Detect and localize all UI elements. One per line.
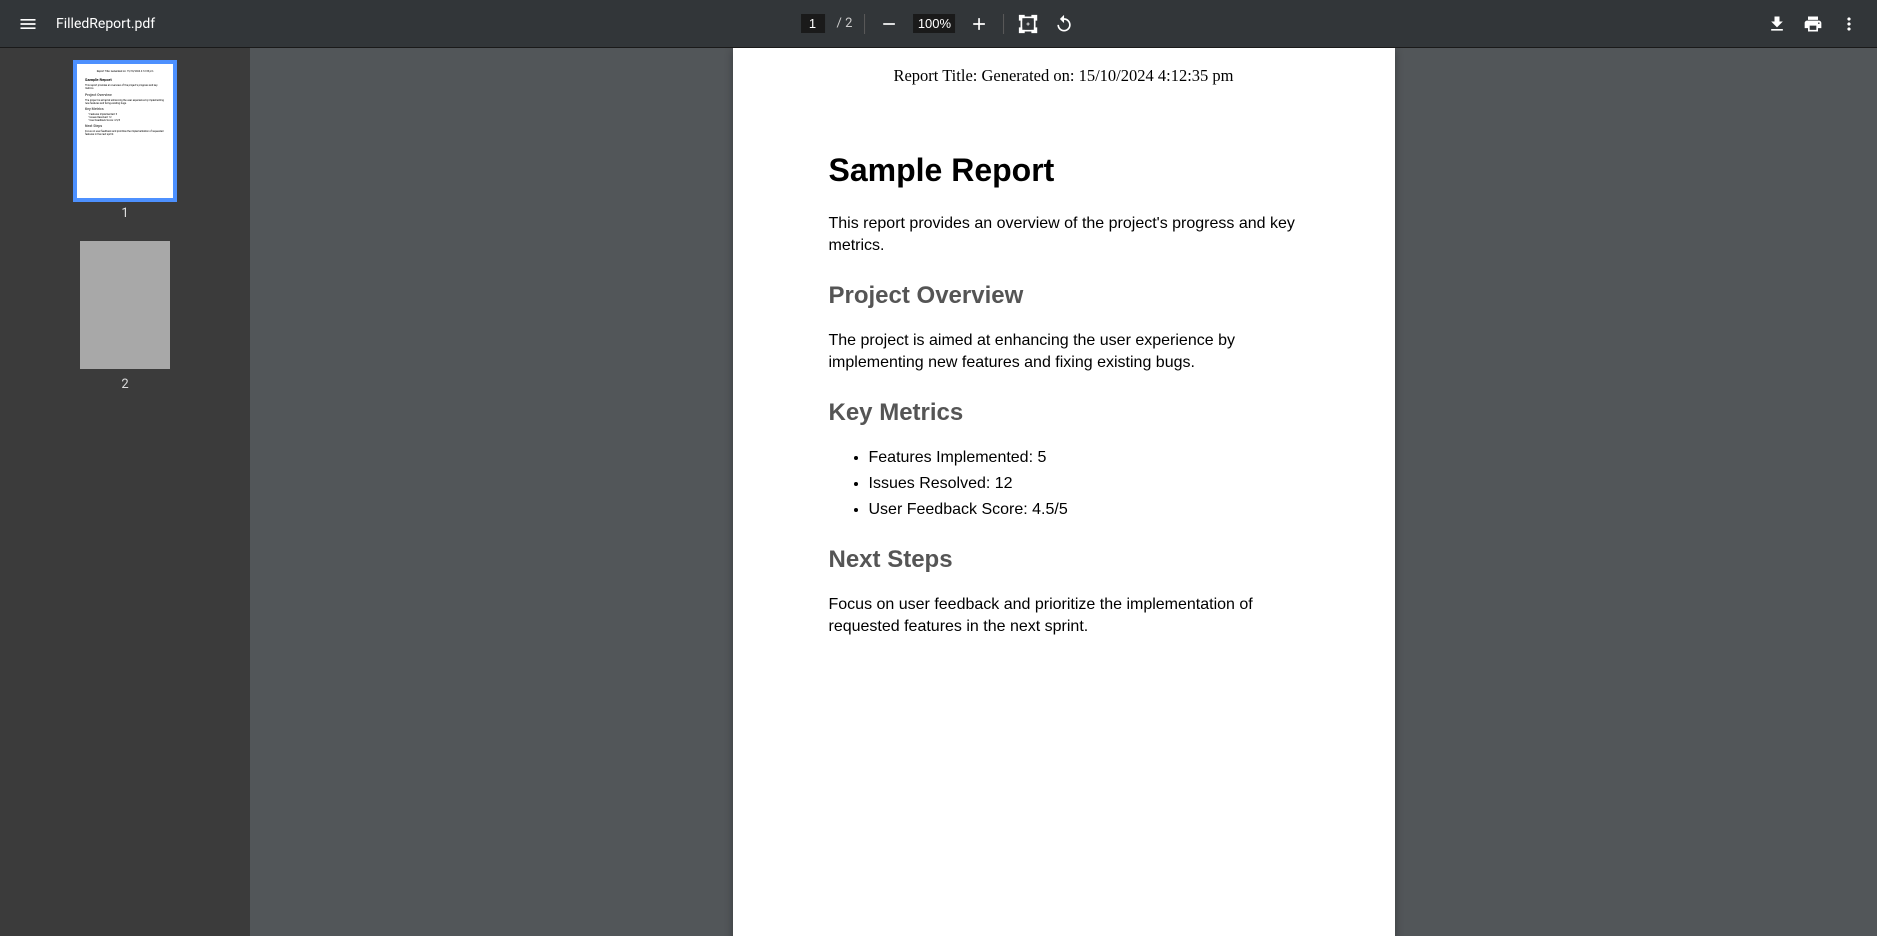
file-name: FilledReport.pdf — [56, 16, 155, 32]
document-title: Sample Report — [829, 152, 1299, 189]
page-total: / 2 — [837, 16, 853, 31]
divider — [1003, 14, 1004, 34]
metrics-list: Features Implemented: 5 Issues Resolved:… — [829, 447, 1299, 522]
print-icon[interactable] — [1801, 12, 1825, 36]
fit-to-page-icon[interactable] — [1016, 12, 1040, 36]
thumbnail-page-1[interactable]: Report Title: Generated on: 15/10/2024 4… — [77, 64, 173, 198]
section-next-title: Next Steps — [829, 546, 1299, 574]
page-header: Report Title: Generated on: 15/10/2024 4… — [733, 48, 1395, 86]
toolbar-center: / 2 — [801, 12, 1077, 36]
main-viewer[interactable]: Report Title: Generated on: 15/10/2024 4… — [250, 48, 1877, 936]
thumbnail-page-2[interactable] — [80, 241, 170, 369]
content: Report Title: Generated on: 15/10/2024 4… — [0, 48, 1877, 936]
list-item: User Feedback Score: 4.5/5 — [869, 499, 1299, 521]
thumbnail-sidebar: Report Title: Generated on: 15/10/2024 4… — [0, 48, 250, 936]
section-next-body: Focus on user feedback and prioritize th… — [829, 594, 1299, 639]
divider — [864, 14, 865, 34]
page-body: Sample Report This report provides an ov… — [733, 86, 1395, 703]
section-overview-body: The project is aimed at enhancing the us… — [829, 330, 1299, 375]
zoom-out-icon[interactable] — [877, 12, 901, 36]
more-icon[interactable] — [1837, 12, 1861, 36]
rotate-icon[interactable] — [1052, 12, 1076, 36]
toolbar-left: FilledReport.pdf — [16, 12, 155, 36]
section-overview-title: Project Overview — [829, 282, 1299, 310]
thumbnail-number: 1 — [121, 206, 128, 221]
document-intro: This report provides an overview of the … — [829, 213, 1299, 258]
zoom-in-icon[interactable] — [967, 12, 991, 36]
list-item: Issues Resolved: 12 — [869, 473, 1299, 495]
page: Report Title: Generated on: 15/10/2024 4… — [733, 48, 1395, 936]
zoom-level-input[interactable] — [913, 14, 955, 33]
list-item: Features Implemented: 5 — [869, 447, 1299, 469]
toolbar-right — [1765, 12, 1861, 36]
thumbnail-number: 2 — [121, 377, 128, 392]
thumbnail-container: Report Title: Generated on: 15/10/2024 4… — [77, 64, 173, 221]
toolbar: FilledReport.pdf / 2 — [0, 0, 1877, 48]
download-icon[interactable] — [1765, 12, 1789, 36]
section-metrics-title: Key Metrics — [829, 399, 1299, 427]
page-number-input[interactable] — [801, 14, 825, 33]
menu-icon[interactable] — [16, 12, 40, 36]
thumbnail-container: 2 — [80, 241, 170, 392]
